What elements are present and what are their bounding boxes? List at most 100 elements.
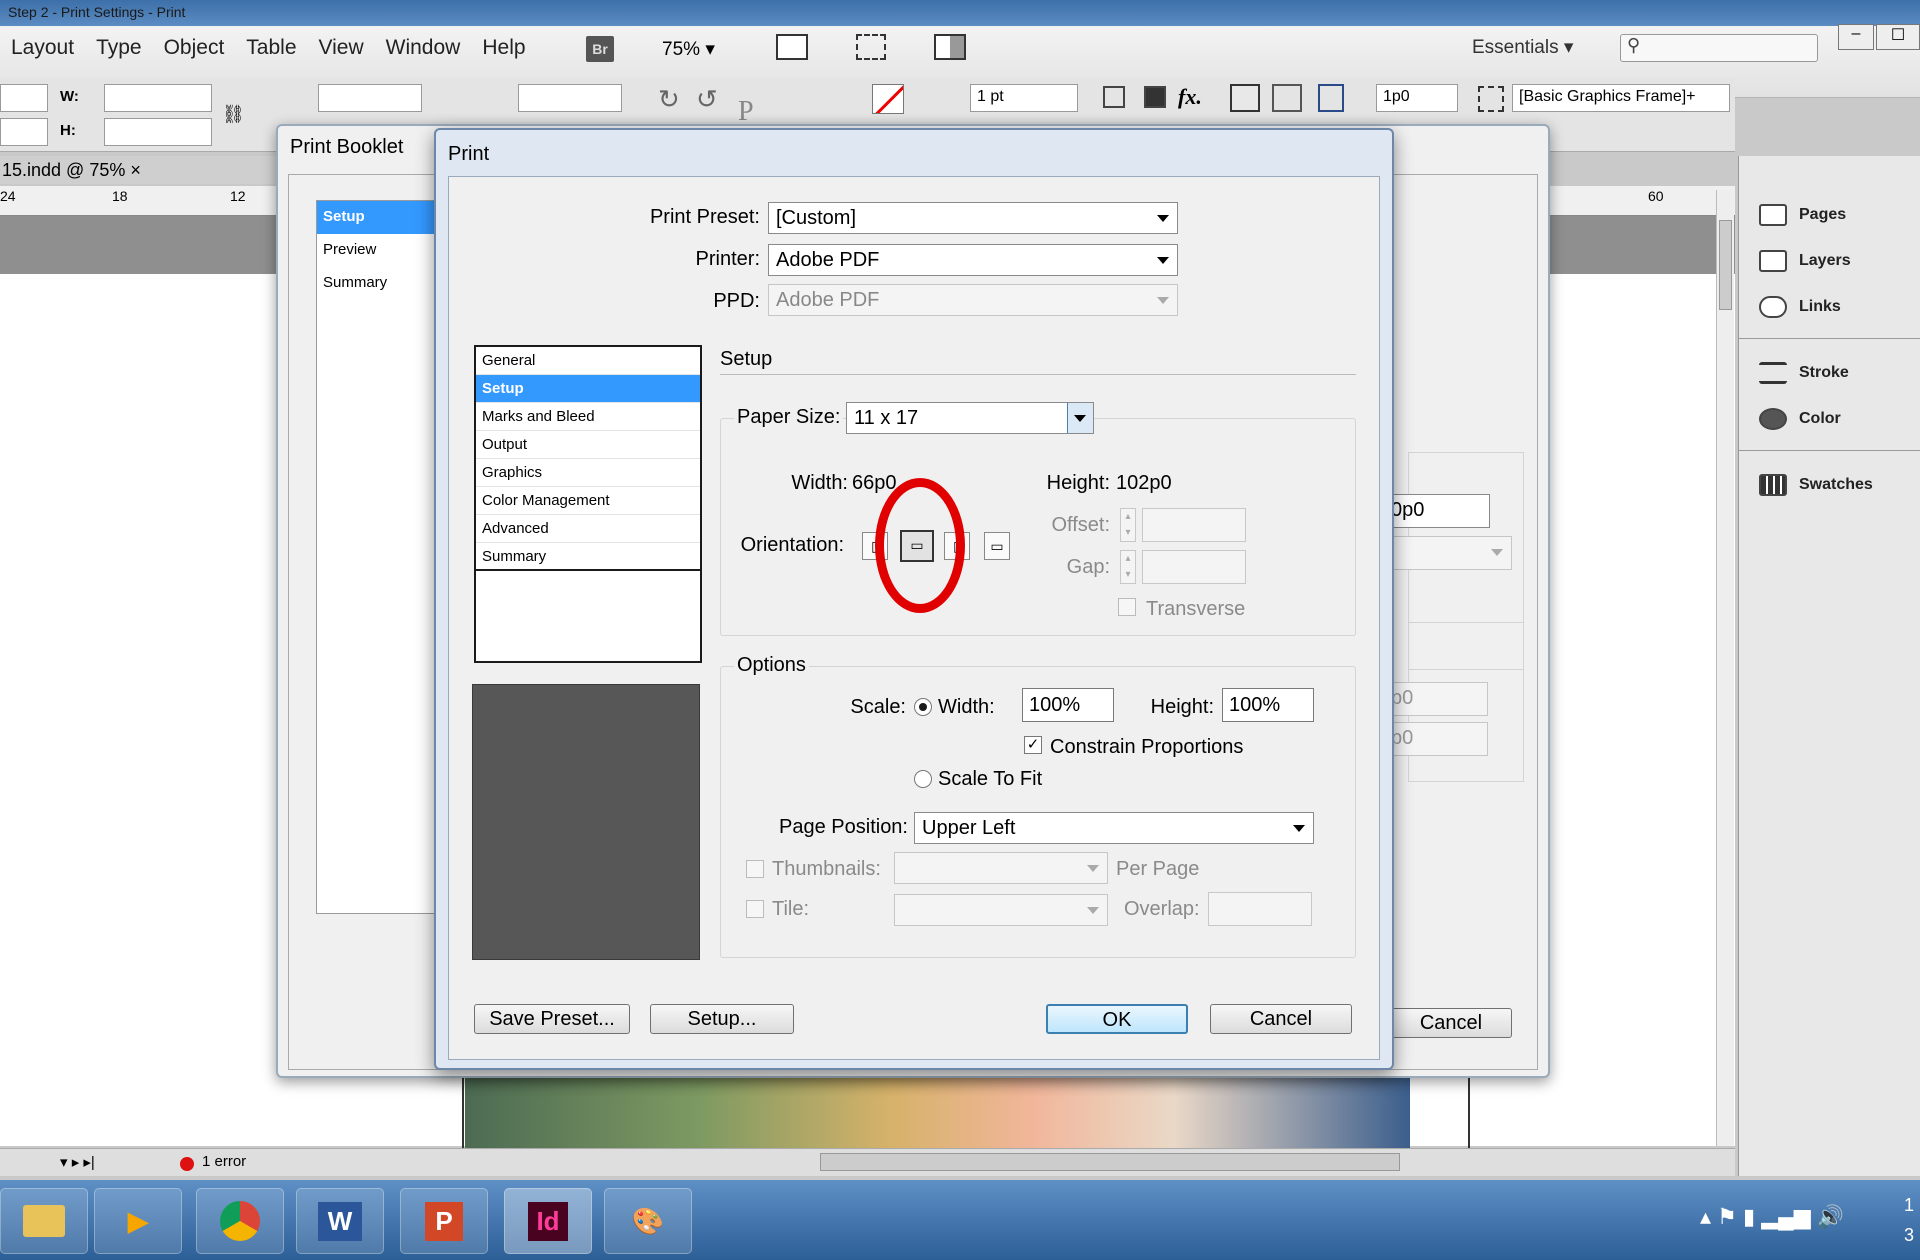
panel-label: Pages <box>1799 206 1847 223</box>
save-preset-button[interactable]: Save Preset... <box>474 1004 630 1034</box>
preflight-status[interactable]: 1 error <box>202 1153 246 1170</box>
panel-color[interactable]: Color <box>1759 408 1841 430</box>
taskbar-indesign[interactable]: Id <box>504 1188 592 1254</box>
text-wrap-icon[interactable] <box>1230 84 1260 112</box>
panel-links[interactable]: Links <box>1759 296 1841 318</box>
rotation-field[interactable] <box>518 84 622 112</box>
menu-window[interactable]: Window <box>375 36 472 60</box>
print-preset-dropdown[interactable]: [Custom] <box>768 202 1178 234</box>
frame-fitting-icon[interactable] <box>1318 84 1344 112</box>
scale-height-field[interactable]: 100% <box>1222 688 1314 722</box>
constrain-proportions-label: Constrain Proportions <box>1050 736 1244 758</box>
booklet-field-1[interactable]: 0p0 <box>1386 494 1490 528</box>
effects-icon[interactable] <box>1144 86 1166 108</box>
screen-mode-icon[interactable] <box>776 34 808 60</box>
scale-to-fit-radio[interactable] <box>914 770 932 788</box>
chevron-down-icon <box>1087 865 1099 872</box>
minimize-button[interactable]: – <box>1838 24 1874 50</box>
menu-table[interactable]: Table <box>235 36 307 60</box>
close-icon[interactable]: × <box>130 160 141 180</box>
horizontal-scrollbar[interactable] <box>820 1153 1400 1171</box>
clock[interactable]: 1 3 <box>1904 1190 1920 1250</box>
menu-object[interactable]: Object <box>153 36 236 60</box>
taskbar-word[interactable]: W <box>296 1188 384 1254</box>
ppd-dropdown: Adobe PDF <box>768 284 1178 316</box>
height-field[interactable] <box>104 118 212 146</box>
dropdown-button[interactable] <box>1067 403 1093 433</box>
category-output[interactable]: Output <box>476 431 700 459</box>
setup-button[interactable]: Setup... <box>650 1004 794 1034</box>
rotate-ccw-icon[interactable]: ↺ <box>696 84 718 115</box>
page-navigation[interactable]: ▾ ▸ ▸| <box>60 1153 95 1171</box>
x-field[interactable] <box>0 84 48 112</box>
arrange-documents-icon[interactable] <box>934 34 966 60</box>
object-style-icon[interactable] <box>1478 86 1504 112</box>
booklet-nav-summary[interactable]: Summary <box>317 267 441 300</box>
orientation-label: Orientation: <box>740 534 844 556</box>
category-setup[interactable]: Setup <box>476 375 700 403</box>
bridge-button[interactable]: Br <box>586 36 614 62</box>
cancel-button[interactable]: Cancel <box>1210 1004 1352 1034</box>
booklet-cancel-button[interactable]: Cancel <box>1390 1008 1512 1038</box>
taskbar-paint[interactable]: 🎨 <box>604 1188 692 1254</box>
taskbar-chrome[interactable] <box>196 1188 284 1254</box>
overlap-label: Overlap: <box>1124 898 1200 920</box>
booklet-dropdown[interactable] <box>1386 536 1512 570</box>
category-graphics[interactable]: Graphics <box>476 459 700 487</box>
booklet-nav-preview[interactable]: Preview <box>317 234 441 267</box>
booklet-nav-setup[interactable]: Setup <box>317 201 441 234</box>
constrain-proportions-checkbox[interactable]: ✓ <box>1024 736 1042 754</box>
windows-taskbar: ▶ W P Id 🎨 ▴ ⚑ ▮ ▂▄▆ 🔊 1 3 <box>0 1180 1920 1260</box>
category-general[interactable]: General <box>476 347 700 375</box>
paper-size-dropdown[interactable]: 11 x 17 <box>846 402 1094 434</box>
menu-help[interactable]: Help <box>471 36 536 60</box>
ok-button[interactable]: OK <box>1046 1004 1188 1034</box>
rotate-icon[interactable]: ↻ <box>658 84 680 115</box>
panel-swatches[interactable]: Swatches <box>1759 474 1873 496</box>
page-position-dropdown[interactable]: Upper Left <box>914 812 1314 844</box>
menu-view[interactable]: View <box>308 36 375 60</box>
category-advanced[interactable]: Advanced <box>476 515 700 543</box>
printer-dropdown[interactable]: Adobe PDF <box>768 244 1178 276</box>
orientation-reverse-landscape-icon[interactable]: ▭ <box>984 532 1010 560</box>
drop-shadow-icon[interactable] <box>1103 86 1125 108</box>
constrain-link-icon[interactable]: ⛓ <box>222 104 245 125</box>
y-field[interactable] <box>0 118 48 146</box>
taskbar-media[interactable]: ▶ <box>94 1188 182 1254</box>
system-tray[interactable]: ▴ ⚑ ▮ ▂▄▆ 🔊 <box>1700 1204 1844 1230</box>
frame-offset-field[interactable]: 1p0 <box>1376 84 1458 112</box>
stroke-weight-field[interactable]: 1 pt <box>970 84 1078 112</box>
scale-width-radio[interactable] <box>914 698 932 716</box>
printer-value: Adobe PDF <box>776 249 880 271</box>
width-field[interactable] <box>104 84 212 112</box>
booklet-field-2[interactable]: p0 <box>1386 682 1488 716</box>
category-marks-and-bleed[interactable]: Marks and Bleed <box>476 403 700 431</box>
panel-pages[interactable]: Pages <box>1759 204 1846 226</box>
text-wrap-bbox-icon[interactable] <box>1272 84 1302 112</box>
view-options-icon[interactable] <box>856 34 886 60</box>
category-color-management[interactable]: Color Management <box>476 487 700 515</box>
folder-icon <box>23 1205 65 1237</box>
object-style-field[interactable]: [Basic Graphics Frame]+ <box>1512 84 1730 112</box>
taskbar-explorer[interactable] <box>0 1188 88 1254</box>
category-summary[interactable]: Summary <box>476 543 700 571</box>
panel-stroke[interactable]: Stroke <box>1759 362 1849 384</box>
zoom-level[interactable]: 75% ▾ <box>662 38 715 61</box>
menu-layout[interactable]: Layout <box>0 36 85 60</box>
workspace-switcher[interactable]: Essentials ▾ <box>1472 36 1573 59</box>
status-bar: ▾ ▸ ▸| 1 error <box>0 1148 1735 1176</box>
menu-type[interactable]: Type <box>85 36 153 60</box>
indesign-icon: Id <box>528 1201 568 1241</box>
scale-x-field[interactable] <box>318 84 422 112</box>
search-field[interactable]: ⚲ <box>1620 34 1818 62</box>
scale-width-field[interactable]: 100% <box>1022 688 1114 722</box>
vertical-scrollbar[interactable] <box>1716 190 1734 1146</box>
fill-none-icon[interactable] <box>872 84 904 114</box>
taskbar-powerpoint[interactable]: P <box>400 1188 488 1254</box>
panel-label: Color <box>1799 410 1841 427</box>
fx-icon[interactable]: fx. <box>1178 84 1202 110</box>
booklet-field-3[interactable]: p0 <box>1386 722 1488 756</box>
maximize-button[interactable]: ☐ <box>1876 24 1920 50</box>
document-tab[interactable]: 15.indd @ 75% × <box>0 156 300 184</box>
panel-layers[interactable]: Layers <box>1759 250 1851 272</box>
